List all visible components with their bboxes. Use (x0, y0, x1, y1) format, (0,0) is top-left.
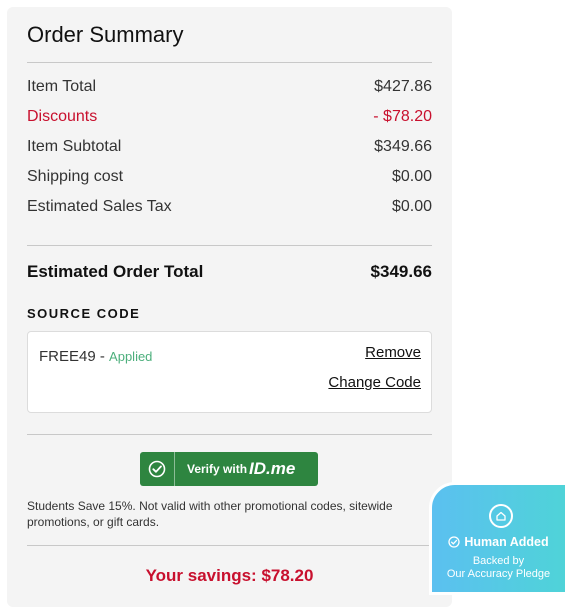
source-code-box: FREE49 - Applied Remove Change Code (27, 331, 432, 413)
discounts-label: Discounts (27, 108, 98, 125)
item-total-row: Item Total $427.86 (27, 78, 432, 96)
check-circle-icon (448, 536, 461, 548)
order-total-row: Estimated Order Total $349.66 (27, 262, 432, 282)
item-subtotal-value: $349.66 (374, 138, 432, 155)
applied-code: FREE49 - Applied (39, 348, 152, 365)
remove-code-link[interactable]: Remove (365, 344, 421, 361)
badge-line-2: Our Accuracy Pledge (446, 568, 551, 580)
shipping-cost-label: Shipping cost (27, 168, 124, 185)
item-subtotal-row: Item Subtotal $349.66 (27, 138, 432, 156)
discounts-value: - $78.20 (373, 108, 432, 125)
applied-status: Applied (109, 349, 153, 364)
discounts-row: Discounts - $78.20 (27, 108, 432, 126)
divider (27, 62, 432, 63)
item-total-label: Item Total (27, 78, 97, 95)
source-code-heading: SOURCE CODE (27, 306, 141, 321)
human-added-badge[interactable]: Human Added Backed by Our Accuracy Pledg… (429, 482, 568, 595)
sales-tax-row: Estimated Sales Tax $0.00 (27, 198, 432, 216)
sales-tax-value: $0.00 (391, 198, 432, 215)
order-total-label: Estimated Order Total (27, 262, 204, 281)
item-total-value: $427.86 (374, 78, 432, 95)
code-value: FREE49 (39, 348, 96, 365)
shipping-cost-value: $0.00 (391, 168, 432, 185)
order-total-value: $349.66 (370, 262, 432, 281)
savings-total: Your savings: $78.20 (145, 566, 314, 585)
order-summary-title: Order Summary (27, 22, 184, 47)
verify-idme-label: Verify with (187, 462, 248, 476)
idme-logo: ID.me (249, 459, 296, 478)
check-circle-icon (140, 452, 175, 486)
badge-title: Human Added (432, 535, 565, 549)
item-subtotal-label: Item Subtotal (27, 138, 122, 155)
divider (27, 245, 432, 246)
badge-line-1: Backed by (472, 555, 525, 567)
divider (27, 434, 432, 435)
divider (27, 545, 432, 546)
student-discount-note: Students Save 15%. Not valid with other … (27, 499, 393, 529)
change-code-link[interactable]: Change Code (328, 374, 421, 391)
verify-idme-button[interactable]: Verify with ID.me (140, 452, 318, 486)
sales-tax-label: Estimated Sales Tax (27, 198, 172, 215)
shipping-cost-row: Shipping cost $0.00 (27, 168, 432, 186)
badge-title-text: Human Added (464, 535, 549, 549)
badge-subtitle: Backed by Our Accuracy Pledge (432, 555, 565, 581)
code-separator: - (95, 348, 110, 365)
home-icon (489, 504, 513, 528)
